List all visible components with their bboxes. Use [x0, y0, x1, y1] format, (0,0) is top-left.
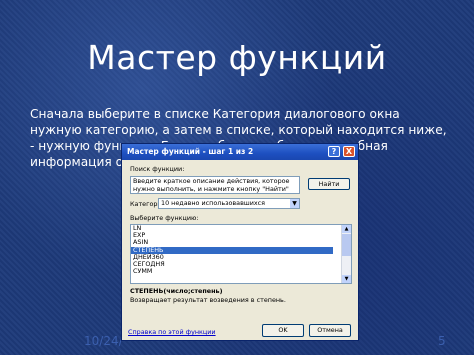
dialog-titlebar[interactable]: Мастер функций - шаг 1 из 2 ? X [122, 144, 358, 160]
chevron-down-icon[interactable]: ▼ [290, 199, 299, 208]
scroll-thumb[interactable] [342, 234, 351, 256]
list-item[interactable]: EXP [131, 231, 351, 239]
scroll-down-icon[interactable]: ▼ [342, 275, 351, 283]
list-scrollbar[interactable]: ▲ ▼ [341, 225, 351, 283]
list-item[interactable]: СЕГОДНЯ [131, 260, 351, 268]
cancel-button[interactable]: Отмена [309, 324, 351, 337]
choose-function-label: Выберите функцию: [130, 214, 199, 222]
search-label: Поиск функции: [130, 165, 185, 173]
footer-date: 10/24/ [84, 334, 123, 348]
function-list[interactable]: LN EXP ASIN СТЕПЕНЬ ДНЕЙ360 СЕГОДНЯ СУММ… [130, 224, 352, 284]
list-item[interactable]: LN [131, 225, 351, 232]
function-wizard-dialog: Мастер функций - шаг 1 из 2 ? X Поиск фу… [121, 143, 359, 341]
function-description: Возвращает результат возведения в степен… [130, 296, 286, 304]
ok-button[interactable]: OK [262, 324, 304, 337]
list-item[interactable]: СУММ [131, 267, 351, 275]
category-select[interactable]: 10 недавно использовавшихся ▼ [158, 198, 300, 209]
scroll-up-icon[interactable]: ▲ [342, 225, 351, 233]
help-link[interactable]: Справка по этой функции [128, 328, 216, 336]
category-value: 10 недавно использовавшихся [161, 199, 265, 207]
close-icon[interactable]: X [343, 146, 355, 157]
find-button[interactable]: Найти [308, 178, 350, 190]
dialog-title: Мастер функций - шаг 1 из 2 [127, 147, 254, 156]
list-item[interactable]: ASIN [131, 239, 351, 246]
search-function-input[interactable]: Введите краткое описание действия, котор… [130, 176, 300, 194]
slide-title: Мастер функций [87, 38, 387, 77]
help-question-icon[interactable]: ? [328, 146, 340, 157]
footer-page-number: 5 [438, 334, 446, 348]
function-signature: СТЕПЕНЬ(число;степень) [130, 287, 223, 295]
